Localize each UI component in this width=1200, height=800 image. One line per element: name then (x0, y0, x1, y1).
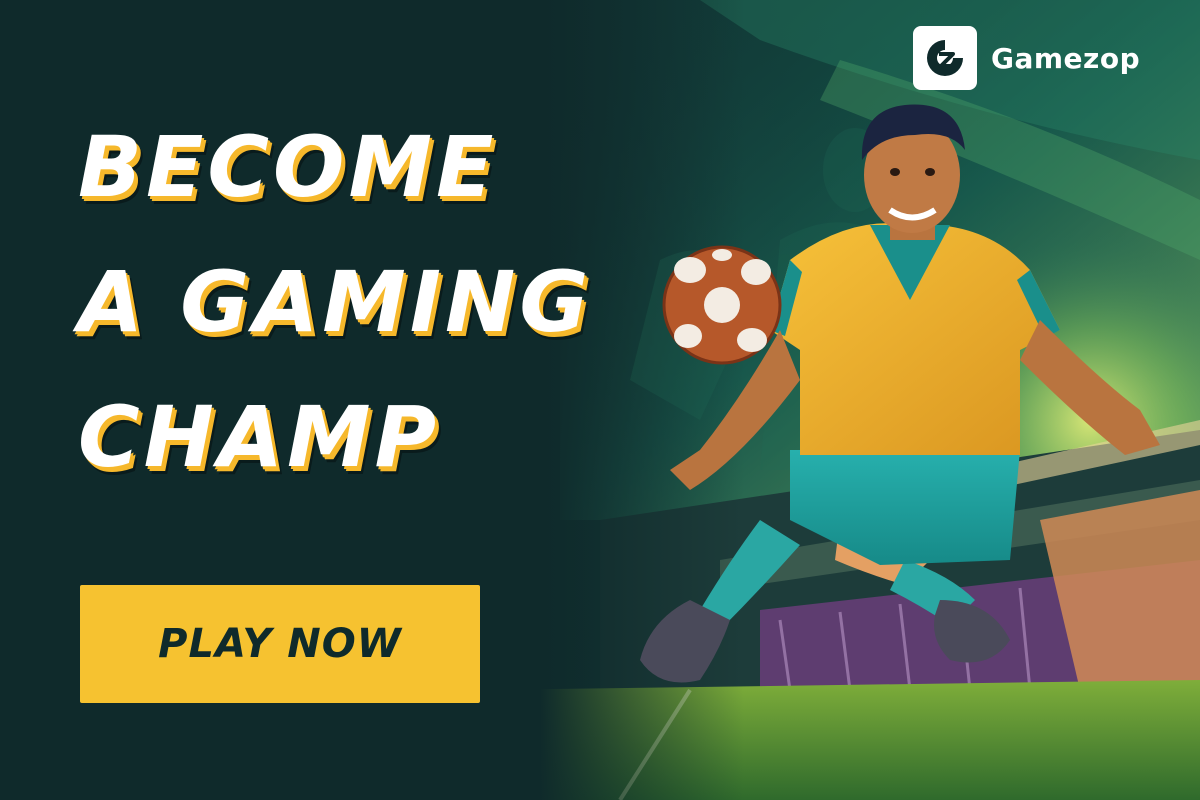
headline-line-3: CHAMP (78, 388, 441, 486)
headline-line-2: A GAMING (78, 253, 593, 351)
play-now-button[interactable]: PLAY NOW (80, 585, 480, 703)
football-icon (662, 245, 782, 365)
brand-logo[interactable]: Gamezop (913, 26, 1140, 90)
headline-line-1: BECOME (78, 118, 498, 216)
headline: BECOME A GAMING CHAMP (78, 100, 638, 505)
brand-name: Gamezop (991, 41, 1141, 75)
promo-banner: BECOME A GAMING CHAMP PLAY NOW Gamezop (0, 0, 1200, 800)
gamezop-logo-icon (913, 26, 977, 90)
